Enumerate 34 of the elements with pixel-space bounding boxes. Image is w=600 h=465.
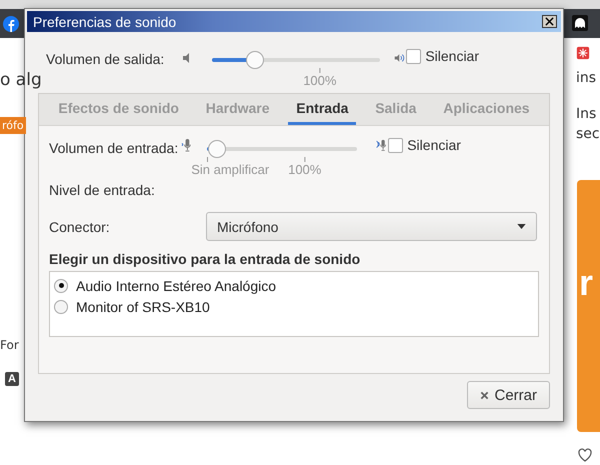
page-text: sec [576, 126, 600, 142]
microphone-loud-icon [375, 138, 388, 153]
dropdown-arrow-icon [517, 224, 526, 229]
slider-mark-label: 100% [288, 162, 322, 177]
close-dialog-button[interactable]: Cerrar [467, 381, 550, 409]
page-text: For [0, 338, 19, 352]
window-title: Preferencias de sonido [33, 14, 176, 30]
banner-text: r [579, 265, 594, 301]
slider-thumb[interactable] [246, 51, 264, 69]
close-button[interactable] [542, 15, 557, 28]
device-radio-option[interactable]: Audio Interno Estéreo Analógico [54, 275, 538, 296]
slider-thumb[interactable] [208, 140, 226, 158]
tag: rófo [0, 117, 26, 134]
page-text: ins [576, 70, 596, 86]
section-heading: Elegir un dispositivo para la entrada de sonido [49, 251, 362, 267]
heart-icon[interactable] [577, 447, 593, 463]
speaker-loud-icon [394, 52, 406, 64]
ghost-icon[interactable] [572, 15, 588, 31]
slider-mark-label: 100% [303, 73, 336, 88]
output-volume-label: Volumen de salida: [46, 51, 164, 67]
input-level-label: Nivel de entrada: [49, 182, 156, 198]
close-icon [480, 390, 490, 400]
page-text: Ins [576, 106, 596, 122]
facebook-icon[interactable] [3, 16, 19, 32]
connector-label: Conector: [49, 218, 111, 234]
connector-dropdown[interactable]: Micrófono [206, 212, 537, 241]
key-badge: A [5, 372, 19, 386]
device-radio-option[interactable]: Monitor of SRS-XB10 [54, 296, 538, 317]
slider-mark-label: Sin amplificar [191, 162, 270, 177]
input-volume-label: Volumen de entrada: [49, 140, 178, 156]
mute-checkbox[interactable]: Silenciar [406, 48, 480, 64]
close-icon [545, 17, 554, 26]
microphone-icon [180, 138, 194, 153]
mute-checkbox[interactable]: Silenciar [388, 137, 461, 153]
